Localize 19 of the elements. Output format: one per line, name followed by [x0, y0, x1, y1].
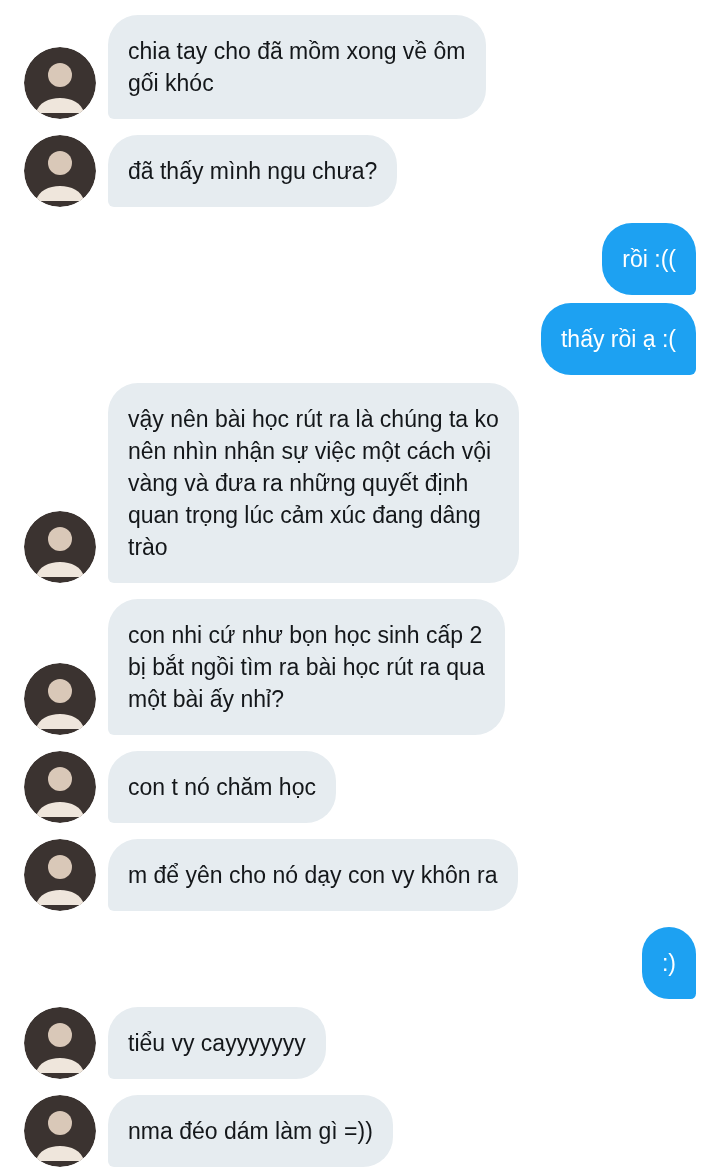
- avatar: [24, 751, 96, 823]
- avatar: [24, 1007, 96, 1079]
- received-message: m để yên cho nó dạy con vy khôn ra: [108, 839, 518, 911]
- received-message: nma đéo dám làm gì =)): [108, 1095, 393, 1167]
- sent-message: thấy rồi ạ :(: [540, 303, 696, 375]
- avatar: [24, 511, 96, 583]
- avatar: [24, 839, 96, 911]
- received-message: con t nó chăm học: [108, 751, 336, 823]
- received-message: chia tay cho đã mồm xong về ôm gối khóc: [108, 15, 486, 119]
- sent-message: :): [641, 927, 696, 999]
- received-message: con nhi cứ như bọn học sinh cấp 2 bị bắt ngồi tìm ra bài học rút ra qua một bài ấy nhỉ?: [108, 599, 505, 735]
- received-message: tiểu vy cayyyyyyy: [108, 1007, 326, 1079]
- received-message: vậy nên bài học rút ra là chúng ta ko nên nhìn nhận sự việc một cách vội vàng và đưa ra những quyết định quan trọng lúc cảm xúc đang dâng trào: [108, 383, 519, 583]
- avatar: [24, 1095, 96, 1167]
- received-message: đã thấy mình ngu chưa?: [108, 135, 398, 207]
- avatar: [24, 135, 96, 207]
- avatar: [24, 47, 96, 119]
- avatar: [24, 663, 96, 735]
- sent-message: rồi :((: [602, 223, 696, 295]
